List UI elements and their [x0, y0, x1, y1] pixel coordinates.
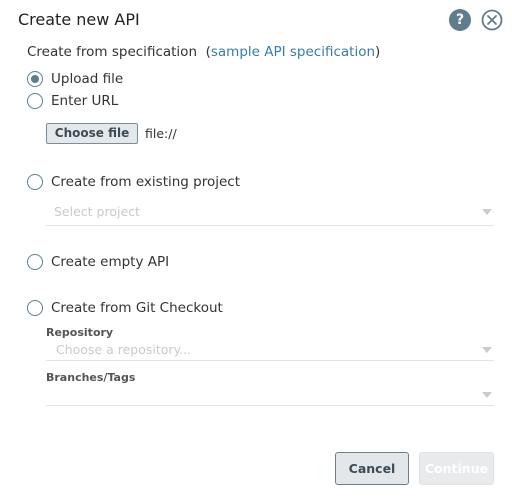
empty-api-label: Create empty API: [51, 254, 170, 270]
enter-url-radio[interactable]: [27, 93, 43, 109]
dialog-title: Create new API: [18, 10, 140, 29]
cancel-button[interactable]: Cancel: [335, 452, 409, 485]
upload-file-radio[interactable]: [27, 71, 43, 87]
project-select-placeholder: Select project: [54, 204, 140, 219]
existing-project-radio[interactable]: [27, 174, 43, 190]
branches-tags-select[interactable]: [46, 385, 494, 406]
enter-url-option[interactable]: Enter URL: [27, 93, 118, 109]
close-icon[interactable]: [481, 9, 503, 31]
create-api-dialog: Create new API ? Create from specificati…: [0, 0, 512, 503]
existing-project-option[interactable]: Create from existing project: [27, 174, 240, 190]
repository-select-placeholder: Choose a repository...: [56, 342, 192, 357]
upload-file-label: Upload file: [51, 71, 124, 87]
enter-url-label: Enter URL: [51, 93, 119, 109]
spec-paren-close: ): [375, 44, 381, 60]
chevron-down-icon: [482, 347, 492, 353]
chevron-down-icon: [482, 392, 492, 398]
repository-label: Repository: [46, 326, 114, 339]
repository-select[interactable]: Choose a repository...: [46, 340, 494, 361]
branches-tags-label: Branches/Tags: [46, 371, 136, 384]
git-checkout-option[interactable]: Create from Git Checkout: [27, 300, 223, 316]
continue-button[interactable]: Continue: [419, 452, 494, 485]
file-path-value: file://: [145, 126, 177, 141]
help-icon[interactable]: ?: [449, 9, 471, 31]
git-checkout-label: Create from Git Checkout: [51, 300, 223, 316]
existing-project-label: Create from existing project: [51, 174, 241, 190]
sample-spec-link[interactable]: sample API specification: [211, 44, 375, 60]
git-checkout-radio[interactable]: [27, 300, 43, 316]
chevron-down-icon: [482, 209, 492, 215]
upload-file-option[interactable]: Upload file: [27, 71, 123, 87]
spec-heading-label: Create from specification: [27, 44, 197, 60]
spec-heading: Create from specification (sample API sp…: [27, 44, 380, 60]
choose-file-button[interactable]: Choose file: [46, 123, 138, 144]
empty-api-radio[interactable]: [27, 254, 43, 270]
empty-api-option[interactable]: Create empty API: [27, 254, 169, 270]
project-select[interactable]: Select project: [46, 201, 494, 226]
